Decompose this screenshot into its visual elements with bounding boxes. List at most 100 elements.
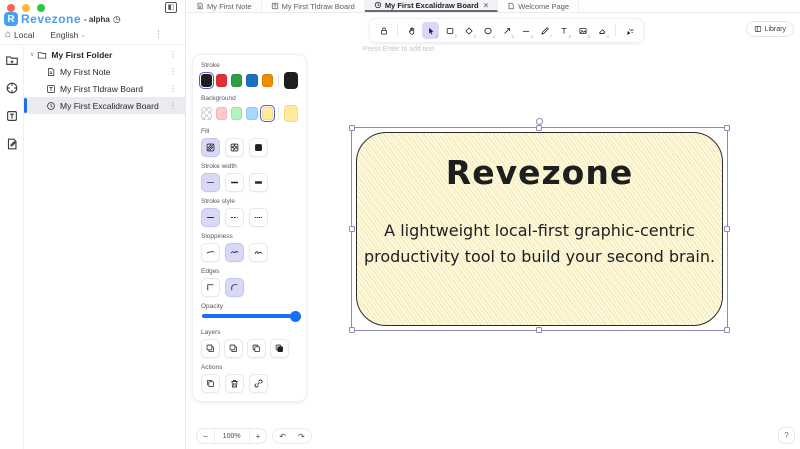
current-stroke-color[interactable]: [283, 72, 298, 89]
tldraw-icon: [271, 2, 278, 10]
tree-folder-row[interactable]: ∨ My First Folder ⋮: [24, 46, 185, 63]
line-tool-button[interactable]: 6: [517, 22, 534, 39]
item-menu-icon[interactable]: ⋮: [169, 101, 177, 110]
bring-to-front-button[interactable]: [270, 339, 289, 358]
resize-handle-se[interactable]: [724, 327, 730, 333]
fill-solid-button[interactable]: [249, 138, 268, 157]
eraser-tool-button[interactable]: 0: [593, 22, 610, 39]
stroke-width-extrabold-button[interactable]: [249, 173, 268, 192]
sloppiness-cartoonist-button[interactable]: [249, 243, 268, 262]
tab-my-first-tldraw-board[interactable]: My First Tldraw Board: [262, 0, 365, 12]
workspace-row: ⌂ Local English ⌄ ⋮: [5, 29, 181, 40]
collapse-sidebar-icon[interactable]: ◧: [165, 2, 177, 13]
tree-item-tldraw[interactable]: My First Tldraw Board ⋮: [24, 80, 185, 97]
diamond-tool-button[interactable]: 3: [460, 22, 477, 39]
tree-item-note[interactable]: My First Note ⋮: [24, 63, 185, 80]
edges-sharp-button[interactable]: [201, 278, 220, 297]
ellipse-tool-button[interactable]: 4: [479, 22, 496, 39]
resize-handle-sw[interactable]: [349, 327, 355, 333]
toolbar-separator: [397, 24, 398, 37]
stroke-section: Stroke: [198, 62, 298, 90]
folder-menu-icon[interactable]: ⋮: [169, 50, 177, 59]
stroke-color-black[interactable]: [198, 71, 215, 90]
laser-pointer-tool-button[interactable]: [621, 22, 638, 39]
round-corner-icon: [231, 284, 238, 291]
draw-tool-button[interactable]: 7: [536, 22, 553, 39]
window-zoom-button[interactable]: [37, 4, 45, 12]
window-close-button[interactable]: [7, 4, 15, 12]
delete-button[interactable]: [225, 374, 244, 393]
background-color-green[interactable]: [231, 107, 243, 120]
text-tool-button[interactable]: 8: [555, 22, 572, 39]
add-excalidraw-board-button[interactable]: [5, 81, 19, 95]
resize-handle-w[interactable]: [349, 226, 355, 232]
current-background-color[interactable]: [283, 105, 298, 122]
rectangle-tool-button[interactable]: 2: [441, 22, 458, 39]
language-select[interactable]: English ⌄: [50, 30, 86, 40]
tree-item-excalidraw[interactable]: .tree-row.selected::before{background:#1…: [24, 97, 185, 114]
folder-expand-icon[interactable]: ∨: [30, 51, 34, 58]
add-folder-button[interactable]: [5, 53, 19, 67]
undo-button[interactable]: ↶: [273, 429, 292, 443]
edges-round-button[interactable]: [225, 278, 244, 297]
stroke-style-solid-button[interactable]: [201, 208, 220, 227]
resize-handle-ne[interactable]: [724, 125, 730, 131]
opacity-slider-knob[interactable]: [290, 310, 301, 322]
arrow-tool-button[interactable]: 5: [498, 22, 515, 39]
resize-handle-nw[interactable]: [349, 125, 355, 131]
app-name: Revezone: [21, 12, 82, 26]
stroke-width-bold-button[interactable]: [225, 173, 244, 192]
sloppiness-architect-button[interactable]: [201, 243, 220, 262]
add-note-button[interactable]: [5, 137, 19, 151]
folder-icon: [38, 51, 47, 59]
add-tldraw-board-button[interactable]: [5, 109, 19, 123]
resize-handle-e[interactable]: [724, 226, 730, 232]
stroke-style-dotted-button[interactable]: [249, 208, 268, 227]
opacity-slider[interactable]: [202, 310, 301, 322]
background-color-blue[interactable]: [246, 107, 258, 120]
hand-tool-button[interactable]: [403, 22, 420, 39]
shape-title-text[interactable]: Revezone: [356, 153, 723, 192]
sloppiness-artist-button[interactable]: [225, 243, 244, 262]
resize-handle-n[interactable]: [536, 125, 542, 131]
zoom-out-button[interactable]: −: [197, 429, 214, 443]
fill-hachure-button[interactable]: [201, 138, 220, 157]
background-color-pink[interactable]: [216, 107, 228, 120]
duplicate-button[interactable]: [201, 374, 220, 393]
stroke-color-orange[interactable]: [261, 74, 273, 87]
shape-description-text[interactable]: A lightweight local-first graphic-centri…: [363, 218, 716, 269]
send-backward-icon: [229, 344, 237, 352]
image-tool-button[interactable]: 9: [574, 22, 591, 39]
create-link-button[interactable]: [249, 374, 268, 393]
close-tab-icon[interactable]: ×: [484, 1, 489, 10]
item-menu-icon[interactable]: ⋮: [169, 67, 177, 76]
window-minimize-button[interactable]: [22, 4, 30, 12]
rotate-handle[interactable]: [536, 118, 543, 125]
item-menu-icon[interactable]: ⋮: [169, 84, 177, 93]
stroke-color-green[interactable]: [231, 74, 243, 87]
sidebar-menu-icon[interactable]: ⋮: [154, 29, 163, 40]
send-to-back-button[interactable]: [201, 339, 220, 358]
selection-tool-button[interactable]: 1: [422, 22, 439, 39]
stroke-style-dashed-button[interactable]: [225, 208, 244, 227]
stroke-style-label: Stroke style: [201, 198, 235, 205]
zoom-level[interactable]: 100%: [213, 429, 250, 443]
zoom-in-button[interactable]: +: [250, 429, 267, 443]
stroke-color-red[interactable]: [216, 74, 228, 87]
send-backward-button[interactable]: [224, 339, 243, 358]
redo-button[interactable]: ↷: [292, 429, 311, 443]
tab-welcome-page[interactable]: Welcome Page: [498, 0, 579, 12]
excalidraw-canvas[interactable]: 1 2 3 4 5 6 7 8 9 0 Press Enter to add t…: [187, 13, 800, 449]
tab-my-first-note[interactable]: My First Note: [187, 0, 262, 12]
lock-tool-button[interactable]: [375, 22, 392, 39]
help-button[interactable]: ?: [778, 427, 795, 444]
tab-my-first-excalidraw-board[interactable]: My First Excalidraw Board ×: [364, 0, 499, 12]
fill-cross-hatch-button[interactable]: [225, 138, 244, 157]
background-color-yellow[interactable]: [259, 104, 276, 123]
bring-forward-button[interactable]: [247, 339, 266, 358]
stroke-width-thin-button[interactable]: [201, 173, 220, 192]
stroke-color-blue[interactable]: [246, 74, 258, 87]
resize-handle-s[interactable]: [536, 327, 542, 333]
library-button[interactable]: Library: [745, 21, 794, 37]
background-color-transparent[interactable]: [201, 107, 213, 120]
